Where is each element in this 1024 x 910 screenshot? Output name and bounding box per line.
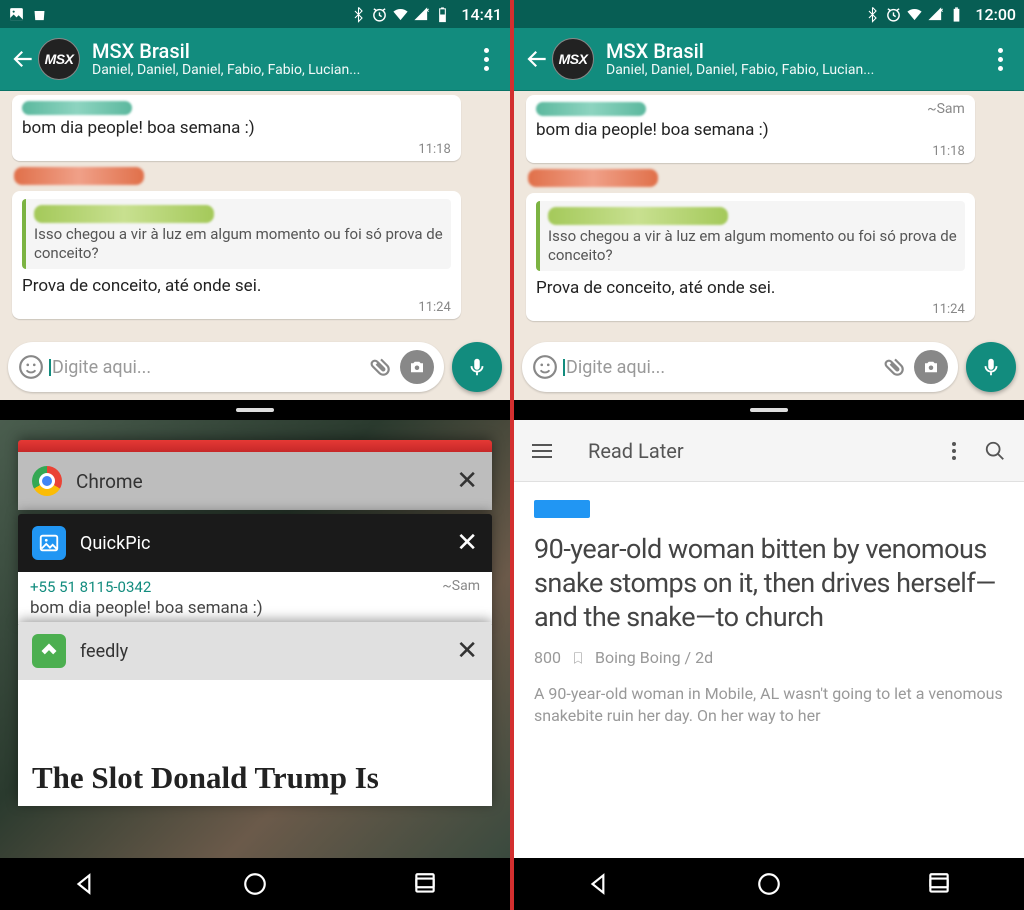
- gallery-icon: [8, 6, 25, 23]
- app-bar: MSX MSX Brasil Daniel, Daniel, Daniel, F…: [0, 28, 510, 90]
- article-tag: [534, 500, 590, 518]
- message-input[interactable]: Digite aqui...: [8, 342, 444, 392]
- menu-icon[interactable]: [472, 48, 500, 71]
- back-icon[interactable]: [10, 46, 36, 72]
- message-bubble[interactable]: ~Sam bom dia people! boa semana :) 11:18: [526, 95, 975, 163]
- quickpic-icon: [32, 526, 66, 560]
- right-pane: 12:00 MSX MSX Brasil Daniel, Daniel, Dan…: [514, 0, 1024, 910]
- signal-icon: [413, 6, 430, 23]
- message-text: bom dia people! boa semana :): [22, 117, 451, 139]
- sender-tag: ~Sam: [927, 101, 965, 117]
- hamburger-icon[interactable]: [532, 444, 552, 458]
- wifi-icon: [906, 6, 923, 23]
- chat-titles[interactable]: MSX Brasil Daniel, Daniel, Daniel, Fabio…: [606, 40, 986, 78]
- nav-back-icon[interactable]: [586, 871, 612, 897]
- article-meta: 800 Boing Boing / 2d: [534, 648, 1004, 667]
- split-handle[interactable]: [0, 400, 510, 420]
- chrome-icon: [32, 466, 62, 496]
- feedly-pane: Read Later 90-year-old woman bitten by v…: [514, 420, 1024, 858]
- nav-back-icon[interactable]: [72, 871, 98, 897]
- battery-icon: [948, 6, 965, 23]
- feedly-icon: [32, 634, 66, 668]
- chat-area[interactable]: ~Sam bom dia people! boa semana :) 11:18…: [514, 90, 1024, 400]
- split-handle[interactable]: [514, 400, 1024, 420]
- article[interactable]: 90-year-old woman bitten by venomous sna…: [514, 482, 1024, 858]
- shop-icon: [31, 6, 48, 23]
- message-bubble[interactable]: Isso chegou a vir à luz em algum momento…: [12, 191, 461, 319]
- feedly-toolbar: Read Later: [514, 420, 1024, 482]
- status-bar: 12:00: [514, 0, 1024, 28]
- recents-pane[interactable]: Chrome ✕ QuickPic ✕ +55 51 8115-0342 ~Sa…: [0, 420, 510, 858]
- group-avatar[interactable]: MSX: [38, 38, 80, 80]
- back-icon[interactable]: [524, 46, 550, 72]
- bluetooth-icon: [350, 6, 367, 23]
- recents-card-feedly[interactable]: feedly ✕ The Slot Donald Trump Is: [18, 622, 492, 806]
- message-text: Prova de conceito, até onde sei.: [536, 277, 965, 299]
- close-icon[interactable]: ✕: [456, 528, 478, 558]
- chat-area[interactable]: bom dia people! boa semana :) 11:18 Isso…: [0, 90, 510, 400]
- voice-button[interactable]: [452, 342, 502, 392]
- app-bar: MSX MSX Brasil Daniel, Daniel, Daniel, F…: [514, 28, 1024, 90]
- message-time: 11:24: [932, 302, 964, 317]
- nav-recents-icon[interactable]: [412, 871, 438, 897]
- menu-icon[interactable]: [986, 48, 1014, 71]
- chat-subtitle: Daniel, Daniel, Daniel, Fabio, Fabio, Lu…: [92, 62, 472, 78]
- input-placeholder: Digite aqui...: [52, 357, 368, 378]
- wifi-icon: [392, 6, 409, 23]
- recents-card-quickpic[interactable]: QuickPic ✕ +55 51 8115-0342 ~Sam bom dia…: [18, 514, 492, 624]
- feedly-title: Read Later: [588, 439, 684, 463]
- article-excerpt: A 90-year-old woman in Mobile, AL wasn't…: [534, 683, 1004, 727]
- bluetooth-icon: [864, 6, 881, 23]
- quoted-message: Isso chegou a vir à luz em algum momento…: [536, 201, 965, 271]
- emoji-icon[interactable]: [18, 354, 44, 380]
- group-avatar[interactable]: MSX: [552, 38, 594, 80]
- camera-button[interactable]: [914, 350, 948, 384]
- left-pane: 14:41 MSX MSX Brasil Daniel, Daniel, Dan…: [0, 0, 510, 910]
- nav-bar: [514, 858, 1024, 910]
- message-input[interactable]: Digite aqui...: [522, 342, 958, 392]
- attach-icon[interactable]: [877, 349, 914, 386]
- camera-button[interactable]: [400, 350, 434, 384]
- message-bubble[interactable]: Isso chegou a vir à luz em algum momento…: [526, 193, 975, 321]
- message-time: 11:24: [418, 300, 450, 315]
- article-preview: The Slot Donald Trump Is: [32, 760, 478, 796]
- status-bar: 14:41: [0, 0, 510, 28]
- message-time: 11:18: [418, 142, 450, 157]
- message-text: Prova de conceito, até onde sei.: [22, 275, 451, 297]
- message-text: bom dia people! boa semana :): [536, 119, 965, 141]
- recents-app-label: feedly: [80, 641, 128, 662]
- recents-app-label: QuickPic: [80, 533, 150, 554]
- chat-title: MSX Brasil: [92, 40, 472, 62]
- close-icon[interactable]: ✕: [456, 636, 478, 666]
- bookmark-icon: [571, 651, 585, 665]
- voice-button[interactable]: [966, 342, 1016, 392]
- status-time: 12:00: [975, 5, 1016, 24]
- emoji-icon[interactable]: [532, 354, 558, 380]
- recents-card-chrome[interactable]: Chrome ✕: [18, 440, 492, 510]
- attach-icon[interactable]: [363, 349, 400, 386]
- signal-icon: [927, 6, 944, 23]
- quoted-message: Isso chegou a vir à luz em algum momento…: [22, 199, 451, 269]
- close-icon[interactable]: ✕: [456, 466, 478, 496]
- status-time: 14:41: [461, 5, 502, 24]
- chat-subtitle: Daniel, Daniel, Daniel, Fabio, Fabio, Lu…: [606, 62, 986, 78]
- chat-title: MSX Brasil: [606, 40, 986, 62]
- input-row: Digite aqui...: [8, 342, 502, 392]
- input-placeholder: Digite aqui...: [566, 357, 882, 378]
- menu-icon[interactable]: [952, 442, 956, 460]
- chat-titles[interactable]: MSX Brasil Daniel, Daniel, Daniel, Fabio…: [92, 40, 472, 78]
- nav-home-icon[interactable]: [242, 871, 268, 897]
- search-icon[interactable]: [984, 440, 1006, 462]
- nav-bar: [0, 858, 510, 910]
- input-row: Digite aqui...: [522, 342, 1016, 392]
- alarm-icon: [885, 6, 902, 23]
- article-headline: 90-year-old woman bitten by venomous sna…: [534, 532, 1004, 634]
- alarm-icon: [371, 6, 388, 23]
- nav-recents-icon[interactable]: [926, 871, 952, 897]
- recents-app-label: Chrome: [76, 470, 143, 493]
- message-bubble[interactable]: bom dia people! boa semana :) 11:18: [12, 95, 461, 161]
- nav-home-icon[interactable]: [756, 871, 782, 897]
- message-time: 11:18: [932, 144, 964, 159]
- battery-icon: [434, 6, 451, 23]
